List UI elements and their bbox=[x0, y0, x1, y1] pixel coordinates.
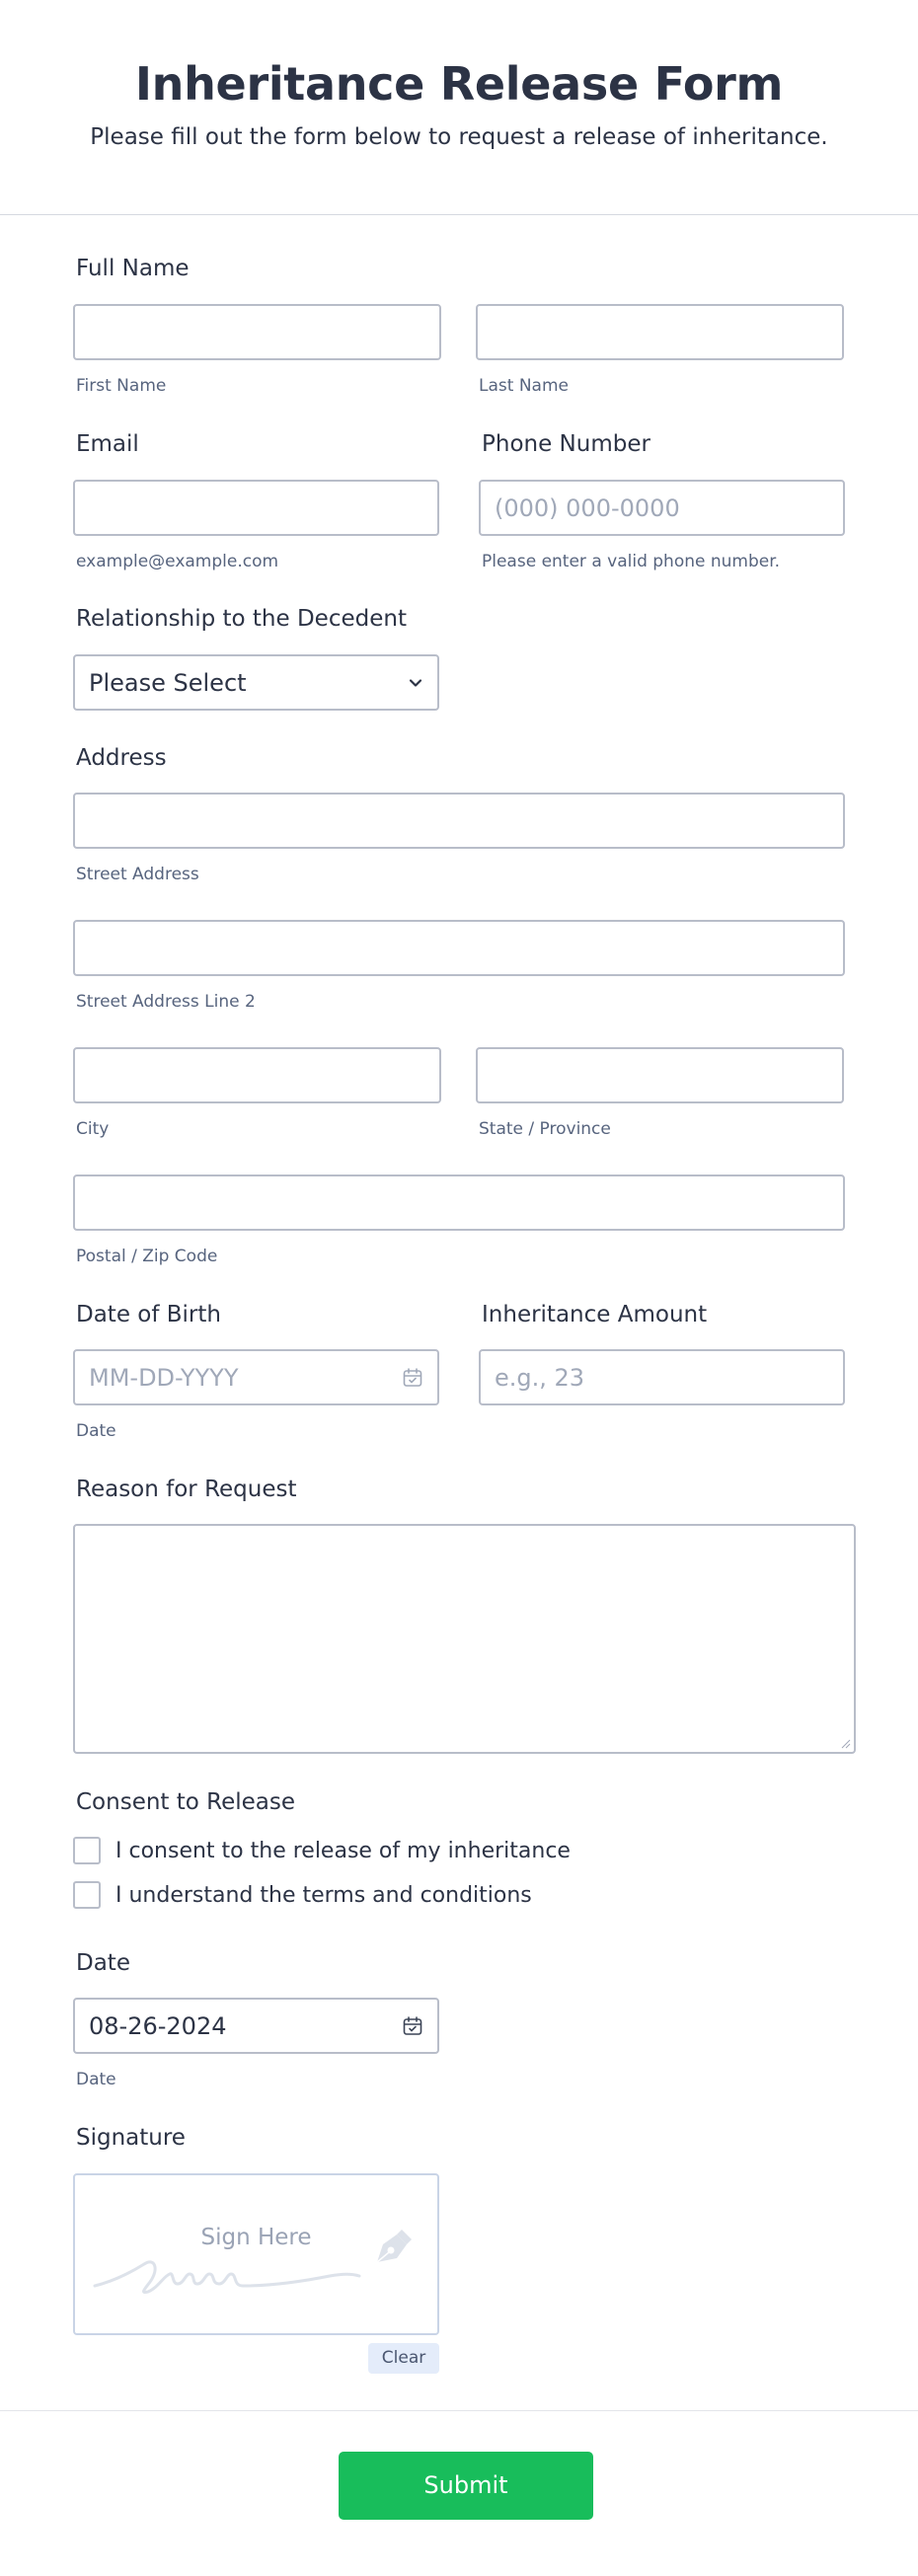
street-address-sublabel: Street Address bbox=[76, 865, 199, 884]
dob-label: Date of Birth bbox=[76, 1302, 221, 1327]
submit-button[interactable]: Submit bbox=[339, 2452, 593, 2520]
date-sublabel: Date bbox=[76, 2070, 116, 2089]
state-sublabel: State / Province bbox=[479, 1119, 611, 1139]
first-name-sublabel: First Name bbox=[76, 376, 167, 396]
footer-divider bbox=[0, 2410, 918, 2411]
date-input[interactable]: 08-26-2024 bbox=[73, 1998, 439, 2054]
street-address-line2-input[interactable] bbox=[73, 920, 845, 976]
signature-pad[interactable]: Sign Here bbox=[73, 2173, 439, 2335]
amount-label: Inheritance Amount bbox=[482, 1302, 708, 1327]
phone-placeholder: (000) 000-0000 bbox=[495, 494, 680, 522]
signature-label: Signature bbox=[76, 2125, 186, 2151]
city-sublabel: City bbox=[76, 1119, 110, 1139]
relationship-label: Relationship to the Decedent bbox=[76, 606, 407, 632]
postal-code-sublabel: Postal / Zip Code bbox=[76, 1247, 218, 1266]
form-header: Inheritance Release Form Please fill out… bbox=[0, 0, 918, 215]
page-subtitle: Please fill out the form below to reques… bbox=[90, 124, 828, 150]
address-label: Address bbox=[76, 745, 167, 771]
dob-placeholder: MM-DD-YYYY bbox=[89, 1364, 239, 1392]
first-name-input[interactable] bbox=[73, 304, 441, 360]
reason-textarea[interactable] bbox=[73, 1524, 856, 1754]
dob-input[interactable]: MM-DD-YYYY bbox=[73, 1349, 439, 1405]
consent-label: Consent to Release bbox=[76, 1789, 296, 1815]
checkbox[interactable] bbox=[73, 1881, 101, 1909]
full-name-label: Full Name bbox=[76, 256, 190, 281]
date-label: Date bbox=[76, 1950, 130, 1976]
amount-input[interactable]: e.g., 23 bbox=[479, 1349, 845, 1405]
city-input[interactable] bbox=[73, 1047, 441, 1103]
chevron-down-icon bbox=[409, 679, 422, 687]
email-label: Email bbox=[76, 431, 139, 457]
clear-signature-button[interactable]: Clear bbox=[368, 2343, 439, 2374]
phone-sublabel: Please enter a valid phone number. bbox=[482, 552, 781, 571]
postal-code-input[interactable] bbox=[73, 1174, 845, 1231]
date-value: 08-26-2024 bbox=[89, 2012, 227, 2040]
email-field[interactable] bbox=[73, 480, 439, 536]
email-sublabel: example@example.com bbox=[76, 552, 279, 571]
phone-label: Phone Number bbox=[482, 431, 650, 457]
calendar-icon[interactable] bbox=[402, 2015, 423, 2037]
pen-nib-icon bbox=[376, 2230, 412, 2263]
street-address-line2-sublabel: Street Address Line 2 bbox=[76, 992, 256, 1012]
phone-input[interactable]: (000) 000-0000 bbox=[479, 480, 845, 536]
resize-handle-icon[interactable] bbox=[839, 1737, 851, 1749]
calendar-icon[interactable] bbox=[402, 1367, 423, 1389]
last-name-input[interactable] bbox=[476, 304, 844, 360]
relationship-selected-value: Please Select bbox=[89, 669, 247, 697]
dob-sublabel: Date bbox=[76, 1421, 116, 1441]
checkbox[interactable] bbox=[73, 1837, 101, 1864]
state-input[interactable] bbox=[476, 1047, 844, 1103]
page-title: Inheritance Release Form bbox=[134, 57, 784, 111]
amount-placeholder: e.g., 23 bbox=[495, 1364, 585, 1392]
last-name-sublabel: Last Name bbox=[479, 376, 569, 396]
relationship-select[interactable]: Please Select bbox=[73, 654, 439, 711]
reason-label: Reason for Request bbox=[76, 1477, 297, 1502]
street-address-input[interactable] bbox=[73, 793, 845, 849]
signature-scribble-icon bbox=[93, 2260, 361, 2294]
